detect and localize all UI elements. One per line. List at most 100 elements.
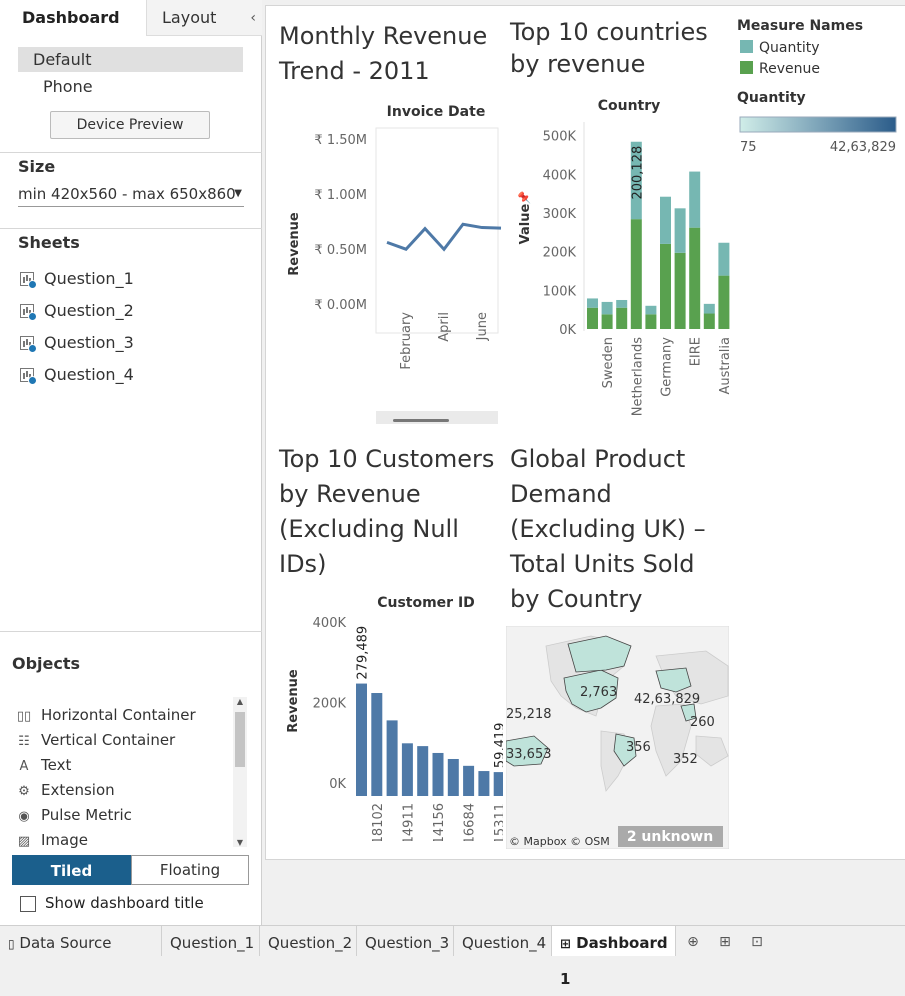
pin-icon[interactable]: 📌 bbox=[517, 191, 531, 205]
tab-layout-label: Layout bbox=[162, 8, 217, 27]
bar[interactable] bbox=[417, 746, 429, 796]
bar-revenue[interactable] bbox=[689, 227, 701, 329]
x-axis-ticks: 18102 14911 14156 16684 15311 bbox=[371, 803, 503, 841]
bar-revenue[interactable] bbox=[630, 219, 642, 329]
bar-revenue[interactable] bbox=[703, 313, 715, 329]
y-tick-label: ₹ 0.00M bbox=[314, 298, 367, 313]
data-label: 279,489 bbox=[356, 626, 371, 680]
y-tick-label: ₹ 1.50M bbox=[314, 133, 367, 148]
tab-question-1[interactable]: Question_1 bbox=[162, 926, 260, 956]
device-preview-button[interactable]: Device Preview bbox=[50, 111, 210, 139]
sheet-title-question-4: Global Product Demand (Excluding UK) – T… bbox=[510, 445, 706, 613]
bar[interactable] bbox=[493, 772, 503, 796]
worksheet-icon bbox=[20, 272, 37, 289]
scrollbar-thumb[interactable] bbox=[235, 712, 245, 767]
country-europe[interactable] bbox=[655, 667, 692, 693]
tab-question-3[interactable]: Question_3 bbox=[357, 926, 454, 956]
tab-question-4[interactable]: Question_4 bbox=[454, 926, 552, 956]
object-label: Vertical Container bbox=[41, 731, 176, 749]
bar-revenue[interactable] bbox=[645, 314, 657, 329]
map-label: 25,218 bbox=[506, 707, 552, 722]
device-phone[interactable]: Phone bbox=[18, 74, 243, 99]
bar-revenue[interactable] bbox=[674, 252, 686, 329]
bar-revenue[interactable] bbox=[616, 307, 628, 329]
sheet-item-question-3[interactable]: Question_3 bbox=[20, 331, 134, 355]
tiled-button[interactable]: Tiled bbox=[12, 855, 131, 885]
floating-button[interactable]: Floating bbox=[131, 855, 249, 885]
scroll-down-icon[interactable]: ▼ bbox=[233, 838, 247, 847]
x-axis-ticks: Sweden Netherlands Germany EIRE Australia bbox=[601, 337, 733, 417]
sheet-title-question-3: Top 10 Customers by Revenue (Excluding N… bbox=[279, 445, 495, 578]
map-label: 260 bbox=[690, 715, 715, 730]
pulse-metric-icon: ◉ bbox=[18, 809, 30, 824]
bar-quantity[interactable] bbox=[587, 298, 598, 308]
sheet-item-question-2[interactable]: Question_2 bbox=[20, 299, 134, 323]
object-vertical-container[interactable]: ☷ Vertical Container bbox=[15, 729, 175, 751]
tab-layout[interactable]: Layout ‹ bbox=[147, 0, 262, 36]
device-default[interactable]: Default bbox=[18, 47, 243, 72]
legend-item-revenue[interactable]: Revenue bbox=[759, 61, 820, 77]
sheet-item-question-1[interactable]: Question_1 bbox=[20, 267, 134, 291]
y-axis-ticks: ₹ 1.50M ₹ 1.00M ₹ 0.50M ₹ 0.00M bbox=[314, 133, 367, 313]
y-tick-label: ₹ 1.00M bbox=[314, 188, 367, 203]
object-extension[interactable]: ⚙ Extension bbox=[15, 779, 114, 801]
bar-quantity[interactable] bbox=[616, 299, 628, 308]
tab-dashboard-1[interactable]: ⊞ Dashboard 1 bbox=[552, 926, 676, 988]
bar-revenue[interactable] bbox=[660, 243, 671, 329]
horizontal-scrollbar[interactable] bbox=[376, 411, 498, 424]
bar-quantity[interactable] bbox=[689, 171, 701, 228]
map-attribution[interactable]: © Mapbox © OSM bbox=[509, 835, 610, 848]
sheet-item-label: Question_4 bbox=[44, 365, 134, 384]
data-label: 200,128 bbox=[630, 146, 645, 200]
bar-revenue[interactable] bbox=[587, 307, 598, 329]
tab-dashboard[interactable]: Dashboard bbox=[0, 0, 147, 36]
bar[interactable] bbox=[463, 765, 475, 796]
chart-header-customer-id: Customer ID bbox=[377, 595, 475, 611]
tab-data-source[interactable]: ▯ Data Source bbox=[0, 926, 162, 956]
data-labels: 200,128 bbox=[630, 146, 645, 200]
bar[interactable] bbox=[432, 752, 444, 796]
bar-quantity[interactable] bbox=[674, 208, 686, 253]
global-demand-map[interactable]: 2,763 42,63,829 25,218 260 356 33,653 35… bbox=[506, 626, 729, 849]
sheet-item-label: Question_2 bbox=[44, 301, 134, 320]
tab-question-2[interactable]: Question_2 bbox=[260, 926, 357, 956]
bar[interactable] bbox=[401, 743, 413, 796]
map-label: 352 bbox=[673, 752, 698, 767]
legend-title-quantity: Quantity bbox=[737, 90, 806, 106]
bar-revenue[interactable] bbox=[718, 275, 730, 329]
object-text[interactable]: A Text bbox=[15, 754, 72, 776]
new-story-icon[interactable]: ⊡ bbox=[747, 930, 767, 950]
bar[interactable] bbox=[356, 683, 367, 796]
object-label: Pulse Metric bbox=[41, 806, 132, 824]
bar-quantity[interactable] bbox=[660, 196, 671, 244]
worksheet-icon bbox=[20, 304, 37, 321]
bar[interactable] bbox=[386, 720, 398, 796]
dashboard-side-pane: Dashboard Layout ‹ Default Phone Device … bbox=[0, 0, 262, 925]
bar[interactable] bbox=[447, 758, 459, 796]
object-pulse-metric[interactable]: ◉ Pulse Metric bbox=[15, 804, 132, 826]
bar[interactable] bbox=[371, 693, 383, 796]
sheet-item-question-4[interactable]: Question_4 bbox=[20, 363, 134, 387]
objects-scrollbar[interactable]: ▲ ▼ bbox=[233, 697, 247, 847]
object-horizontal-container[interactable]: ▯▯ Horizontal Container bbox=[15, 704, 196, 726]
new-worksheet-icon[interactable]: ⊕ bbox=[683, 930, 703, 950]
legend-item-quantity[interactable]: Quantity bbox=[759, 40, 820, 56]
size-dropdown[interactable]: min 420x560 - max 650x860 ▼ bbox=[18, 183, 244, 207]
bar-revenue[interactable] bbox=[601, 314, 613, 329]
object-image[interactable]: ▨ Image bbox=[15, 829, 88, 851]
collapse-pane-icon[interactable]: ‹ bbox=[250, 0, 256, 36]
bar-quantity[interactable] bbox=[601, 301, 613, 315]
bar-quantity[interactable] bbox=[703, 303, 715, 314]
bar[interactable] bbox=[478, 771, 490, 796]
x-tick-label: February bbox=[399, 312, 414, 370]
y-tick-label: 200K bbox=[543, 246, 577, 261]
scrollbar-thumb[interactable] bbox=[393, 419, 449, 422]
bar-quantity[interactable] bbox=[718, 242, 730, 276]
size-section-title: Size bbox=[18, 157, 56, 176]
scroll-up-icon[interactable]: ▲ bbox=[233, 697, 247, 706]
objects-section-title: Objects bbox=[12, 654, 81, 673]
object-label: Image bbox=[41, 831, 88, 849]
show-title-checkbox[interactable] bbox=[20, 896, 36, 912]
bar-quantity[interactable] bbox=[645, 305, 657, 315]
new-dashboard-icon[interactable]: ⊞ bbox=[715, 930, 735, 950]
